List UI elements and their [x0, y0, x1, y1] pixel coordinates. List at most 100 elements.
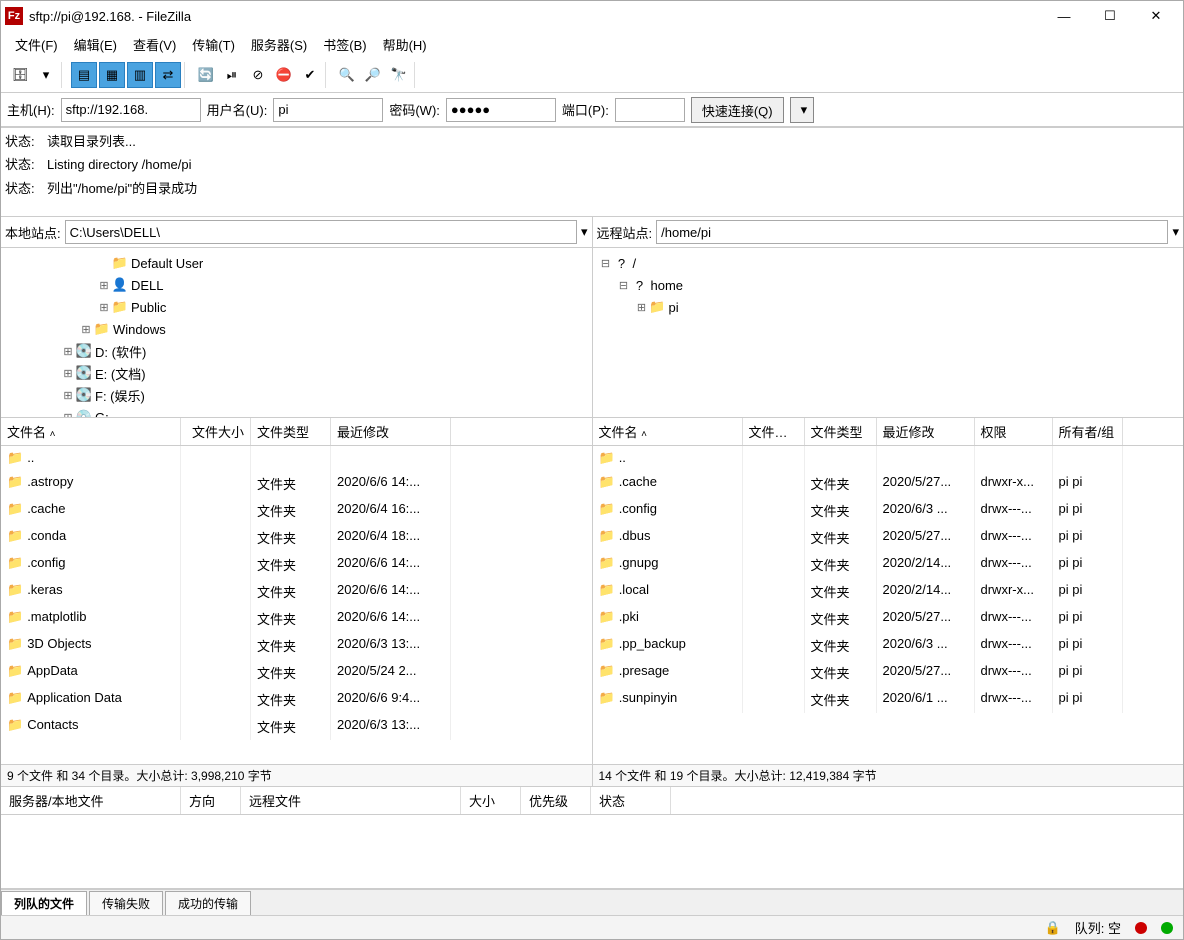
queue-col[interactable]: 优先级: [521, 787, 591, 814]
pass-input[interactable]: [446, 98, 556, 122]
tree-item[interactable]: ⊞💽E: (文档): [7, 362, 586, 384]
file-row[interactable]: 📁.gnupg文件夹2020/2/14...drwx---...pi pi: [593, 551, 1184, 578]
chevron-down-icon[interactable]: ▾: [581, 224, 588, 240]
chevron-down-icon[interactable]: ▾: [1172, 224, 1179, 240]
menu-item[interactable]: 帮助(H): [375, 33, 435, 56]
expander-icon[interactable]: ⊞: [61, 411, 75, 419]
column-header[interactable]: 文件类型: [805, 418, 877, 445]
queue-body[interactable]: [1, 815, 1183, 888]
tree-item[interactable]: ⊟?/: [599, 252, 1178, 274]
reconnect-icon[interactable]: ✔: [297, 62, 323, 88]
menu-item[interactable]: 传输(T): [184, 33, 243, 56]
file-row[interactable]: 📁.local文件夹2020/2/14...drwxr-x...pi pi: [593, 578, 1184, 605]
expander-icon[interactable]: ⊞: [79, 323, 93, 336]
queue-tab[interactable]: 传输失败: [89, 891, 163, 915]
column-header[interactable]: 权限: [975, 418, 1053, 445]
expander-icon[interactable]: ⊞: [97, 279, 111, 292]
tree-item[interactable]: ⊞📁Public: [7, 296, 586, 318]
tree-item[interactable]: ⊟?home: [599, 274, 1178, 296]
toggle-queue-icon[interactable]: ▥: [127, 62, 153, 88]
tree-item[interactable]: 📁Default User: [7, 252, 586, 274]
file-row[interactable]: 📁.presage文件夹2020/5/27...drwx---...pi pi: [593, 659, 1184, 686]
toggle-log-icon[interactable]: ▤: [71, 62, 97, 88]
refresh-icon[interactable]: 🔄: [193, 62, 219, 88]
dropdown-icon[interactable]: ▾: [33, 62, 59, 88]
remote-tree[interactable]: ⊟?/⊟?home⊞📁pi: [593, 248, 1184, 418]
tree-item[interactable]: ⊞💽F: (娱乐): [7, 384, 586, 406]
filter-icon[interactable]: 🔍: [334, 62, 360, 88]
menu-item[interactable]: 查看(V): [125, 33, 184, 56]
column-header[interactable]: 文件大小: [181, 418, 251, 445]
column-header[interactable]: 最近修改: [877, 418, 975, 445]
compare-icon[interactable]: 🔎: [360, 62, 386, 88]
local-filelist[interactable]: 文件名 ˄文件大小文件类型最近修改📁..📁.astropy文件夹2020/6/6…: [1, 418, 592, 765]
expander-icon[interactable]: ⊞: [61, 345, 75, 358]
column-header[interactable]: 文件类型: [251, 418, 331, 445]
expander-icon[interactable]: ⊞: [61, 367, 75, 380]
file-row[interactable]: 📁.astropy文件夹2020/6/6 14:...: [1, 470, 592, 497]
file-row[interactable]: 📁.pp_backup文件夹2020/6/3 ...drwx---...pi p…: [593, 632, 1184, 659]
tree-item[interactable]: ⊞👤DELL: [7, 274, 586, 296]
column-header[interactable]: 最近修改: [331, 418, 451, 445]
menu-item[interactable]: 书签(B): [315, 33, 374, 56]
expander-icon[interactable]: ⊟: [599, 257, 613, 270]
queue-col[interactable]: 服务器/本地文件: [1, 787, 181, 814]
queue-col[interactable]: 远程文件: [241, 787, 461, 814]
queue-col[interactable]: 大小: [461, 787, 521, 814]
disconnect-icon[interactable]: ⛔: [271, 62, 297, 88]
process-queue-icon[interactable]: ⏯: [219, 62, 245, 88]
quickconnect-dropdown[interactable]: ▾: [790, 97, 814, 123]
file-row[interactable]: 📁.keras文件夹2020/6/6 14:...: [1, 578, 592, 605]
expander-icon[interactable]: ⊞: [635, 301, 649, 314]
tree-item[interactable]: ⊞📁pi: [599, 296, 1178, 318]
port-input[interactable]: [615, 98, 685, 122]
file-row[interactable]: 📁..: [593, 446, 1184, 470]
expander-icon[interactable]: ⊞: [97, 301, 111, 314]
column-header[interactable]: 文件名 ˄: [593, 418, 743, 445]
file-row[interactable]: 📁.dbus文件夹2020/5/27...drwx---...pi pi: [593, 524, 1184, 551]
queue-tab[interactable]: 列队的文件: [1, 891, 87, 915]
file-row[interactable]: 📁.config文件夹2020/6/6 14:...: [1, 551, 592, 578]
toggle-tree-icon[interactable]: ▦: [99, 62, 125, 88]
host-input[interactable]: [61, 98, 201, 122]
remote-path-input[interactable]: [656, 220, 1168, 244]
file-row[interactable]: 📁Application Data文件夹2020/6/6 9:4...: [1, 686, 592, 713]
queue-col[interactable]: 方向: [181, 787, 241, 814]
cancel-icon[interactable]: ⊘: [245, 62, 271, 88]
file-row[interactable]: 📁.config文件夹2020/6/3 ...drwx---...pi pi: [593, 497, 1184, 524]
file-row[interactable]: 📁.cache文件夹2020/5/27...drwxr-x...pi pi: [593, 470, 1184, 497]
tree-item[interactable]: ⊞📁Windows: [7, 318, 586, 340]
column-header[interactable]: 所有者/组: [1053, 418, 1123, 445]
file-row[interactable]: 📁Contacts文件夹2020/6/3 13:...: [1, 713, 592, 740]
maximize-button[interactable]: ☐: [1087, 2, 1133, 30]
file-row[interactable]: 📁.conda文件夹2020/6/4 18:...: [1, 524, 592, 551]
file-row[interactable]: 📁..: [1, 446, 592, 470]
sync-browse-icon[interactable]: ⇄: [155, 62, 181, 88]
tree-item[interactable]: ⊞💿G:: [7, 406, 586, 418]
file-row[interactable]: 📁.matplotlib文件夹2020/6/6 14:...: [1, 605, 592, 632]
file-row[interactable]: 📁.sunpinyin文件夹2020/6/1 ...drwx---...pi p…: [593, 686, 1184, 713]
queue-tab[interactable]: 成功的传输: [165, 891, 251, 915]
queue-col[interactable]: 状态: [591, 787, 671, 814]
user-input[interactable]: [273, 98, 383, 122]
menu-item[interactable]: 编辑(E): [66, 33, 125, 56]
search-icon[interactable]: 🔭: [386, 62, 412, 88]
column-header[interactable]: 文件名 ˄: [1, 418, 181, 445]
close-button[interactable]: ✕: [1133, 2, 1179, 30]
file-row[interactable]: 📁.pki文件夹2020/5/27...drwx---...pi pi: [593, 605, 1184, 632]
column-header[interactable]: 文件大小: [743, 418, 805, 445]
site-manager-icon[interactable]: 🗄: [7, 62, 33, 88]
minimize-button[interactable]: —: [1041, 2, 1087, 30]
expander-icon[interactable]: ⊟: [617, 279, 631, 292]
tree-item[interactable]: ⊞💽D: (软件): [7, 340, 586, 362]
menu-item[interactable]: 文件(F): [7, 33, 66, 56]
local-tree[interactable]: 📁Default User⊞👤DELL⊞📁Public⊞📁Windows⊞💽D:…: [1, 248, 592, 418]
expander-icon[interactable]: ⊞: [61, 389, 75, 402]
remote-filelist[interactable]: 文件名 ˄文件大小文件类型最近修改权限所有者/组📁..📁.cache文件夹202…: [593, 418, 1184, 765]
local-path-input[interactable]: [65, 220, 577, 244]
file-row[interactable]: 📁AppData文件夹2020/5/24 2...: [1, 659, 592, 686]
quickconnect-button[interactable]: 快速连接(Q): [691, 97, 784, 123]
file-row[interactable]: 📁.cache文件夹2020/6/4 16:...: [1, 497, 592, 524]
menu-item[interactable]: 服务器(S): [243, 33, 315, 56]
file-row[interactable]: 📁3D Objects文件夹2020/6/3 13:...: [1, 632, 592, 659]
